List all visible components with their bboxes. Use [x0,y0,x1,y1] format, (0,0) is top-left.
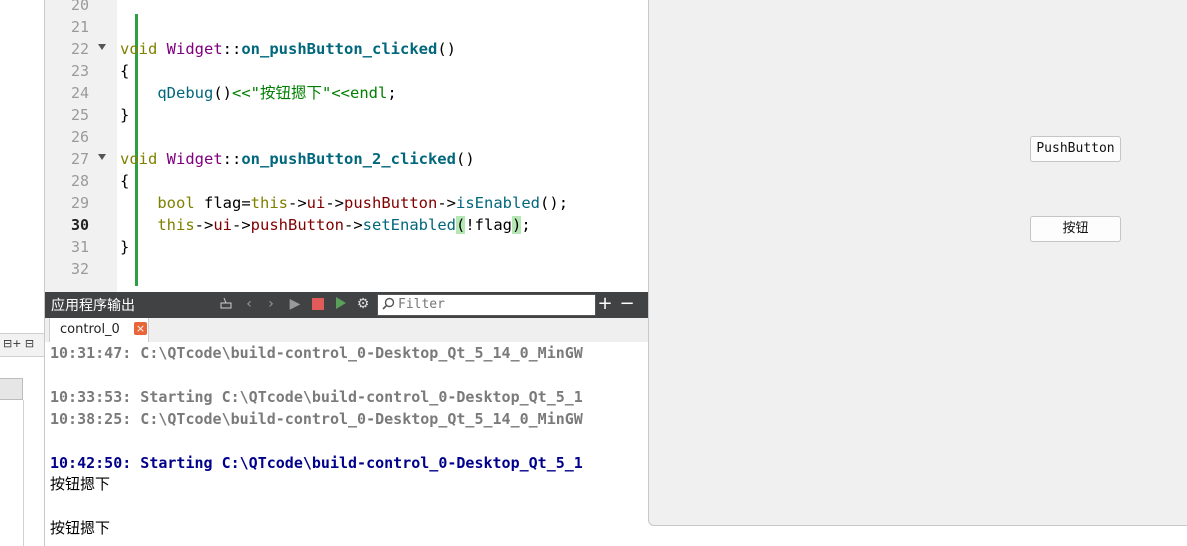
code-line: 25 } [45,104,648,126]
code-line: 20 [45,0,648,16]
code-line-current: 30 this->ui->pushButton->setEnabled(!fla… [45,214,648,236]
code-text: void Widget::on_pushButton_2_clicked() [120,150,475,168]
next-icon[interactable]: › [263,296,279,312]
line-number: 21 [70,18,89,36]
code-line: 21 [45,16,648,38]
prev-icon[interactable]: ‹ [241,296,257,312]
line-number: 20 [70,0,89,14]
left-divider [23,400,24,546]
code-line: 26 [45,126,648,148]
code-line: 32 [45,258,648,280]
settings-gear-icon[interactable]: ⚙ [355,296,371,312]
code-text: void Widget::on_pushButton_clicked() [120,40,456,58]
output-line: 10:31:47: C:\QTcode\build-control_0-Desk… [50,344,583,362]
application-output[interactable]: 10:31:47: C:\QTcode\build-control_0-Desk… [45,342,648,546]
code-text: this->ui->pushButton->setEnabled(!flag); [157,216,531,234]
debug-run-icon[interactable] [333,296,349,312]
line-number: 24 [70,84,89,102]
output-line: 按钮摁下 [50,519,111,537]
left-list-row[interactable] [0,378,23,400]
code-line: 29 bool flag=this->ui->pushButton->isEna… [45,192,648,214]
filter-box[interactable] [377,294,596,316]
remove-icon[interactable]: − [619,295,635,313]
output-pane-title: 应用程序输出 [51,298,135,314]
clear-output-icon[interactable] [218,296,234,312]
output-line: 10:42:50: Starting C:\QTcode\build-contr… [50,454,583,472]
code-line: 28 { [45,170,648,192]
close-icon[interactable]: × [134,322,147,335]
fold-arrow-icon[interactable] [98,154,106,160]
line-number: 25 [70,106,89,124]
search-icon [382,297,395,314]
split-icon[interactable]: ⊟+ ⊟ [3,337,34,350]
line-number: 32 [70,260,89,278]
line-number: 27 [70,150,89,168]
code-line: 31 } [45,236,648,258]
line-number: 31 [70,238,89,256]
code-text: } [120,106,130,124]
code-text: { [120,62,130,80]
line-number: 30 [70,216,89,234]
code-line: 22 void Widget::on_pushButton_clicked() [45,38,648,60]
output-tab-bar: control_0 × [45,318,648,343]
output-line: 10:38:25: C:\QTcode\build-control_0-Desk… [50,410,583,428]
output-pane-header: 应用程序输出 ‹ › ▶ ⚙ + − [45,292,648,318]
push-button-2[interactable]: 按钮 [1030,216,1121,242]
tab-control-0[interactable]: control_0 × [49,318,149,342]
line-number: 29 [70,194,89,212]
code-text: { [120,172,130,190]
line-number: 22 [70,40,89,58]
left-side-panel: ⊟+ ⊟ [0,0,45,546]
code-editor[interactable]: 20 21 22 void Widget::on_pushButton_clic… [45,0,648,292]
fold-arrow-icon[interactable] [98,44,106,50]
push-button[interactable]: PushButton [1030,136,1121,162]
left-mini-toolbar: ⊟+ ⊟ [0,333,44,357]
code-line: 27 void Widget::on_pushButton_2_clicked(… [45,148,648,170]
line-number: 23 [70,62,89,80]
code-text: bool flag=this->ui->pushButton->isEnable… [157,194,569,212]
run-icon[interactable]: ▶ [287,296,303,312]
filter-input[interactable] [398,296,588,312]
tab-label: control_0 [60,322,120,337]
line-number: 26 [70,128,89,146]
code-line: 24 qDebug()<<"按钮摁下"<<endl; [45,82,648,104]
output-line: 按钮摁下 [50,475,111,493]
widget-window: PushButton 按钮 [648,0,1187,526]
output-line: 10:33:53: Starting C:\QTcode\build-contr… [50,388,583,406]
add-icon[interactable]: + [597,295,613,313]
code-line: 23 { [45,60,648,82]
code-text: qDebug()<<"按钮摁下"<<endl; [157,84,397,102]
line-number: 28 [70,172,89,190]
stop-icon[interactable] [312,298,324,310]
code-text: } [120,238,130,256]
